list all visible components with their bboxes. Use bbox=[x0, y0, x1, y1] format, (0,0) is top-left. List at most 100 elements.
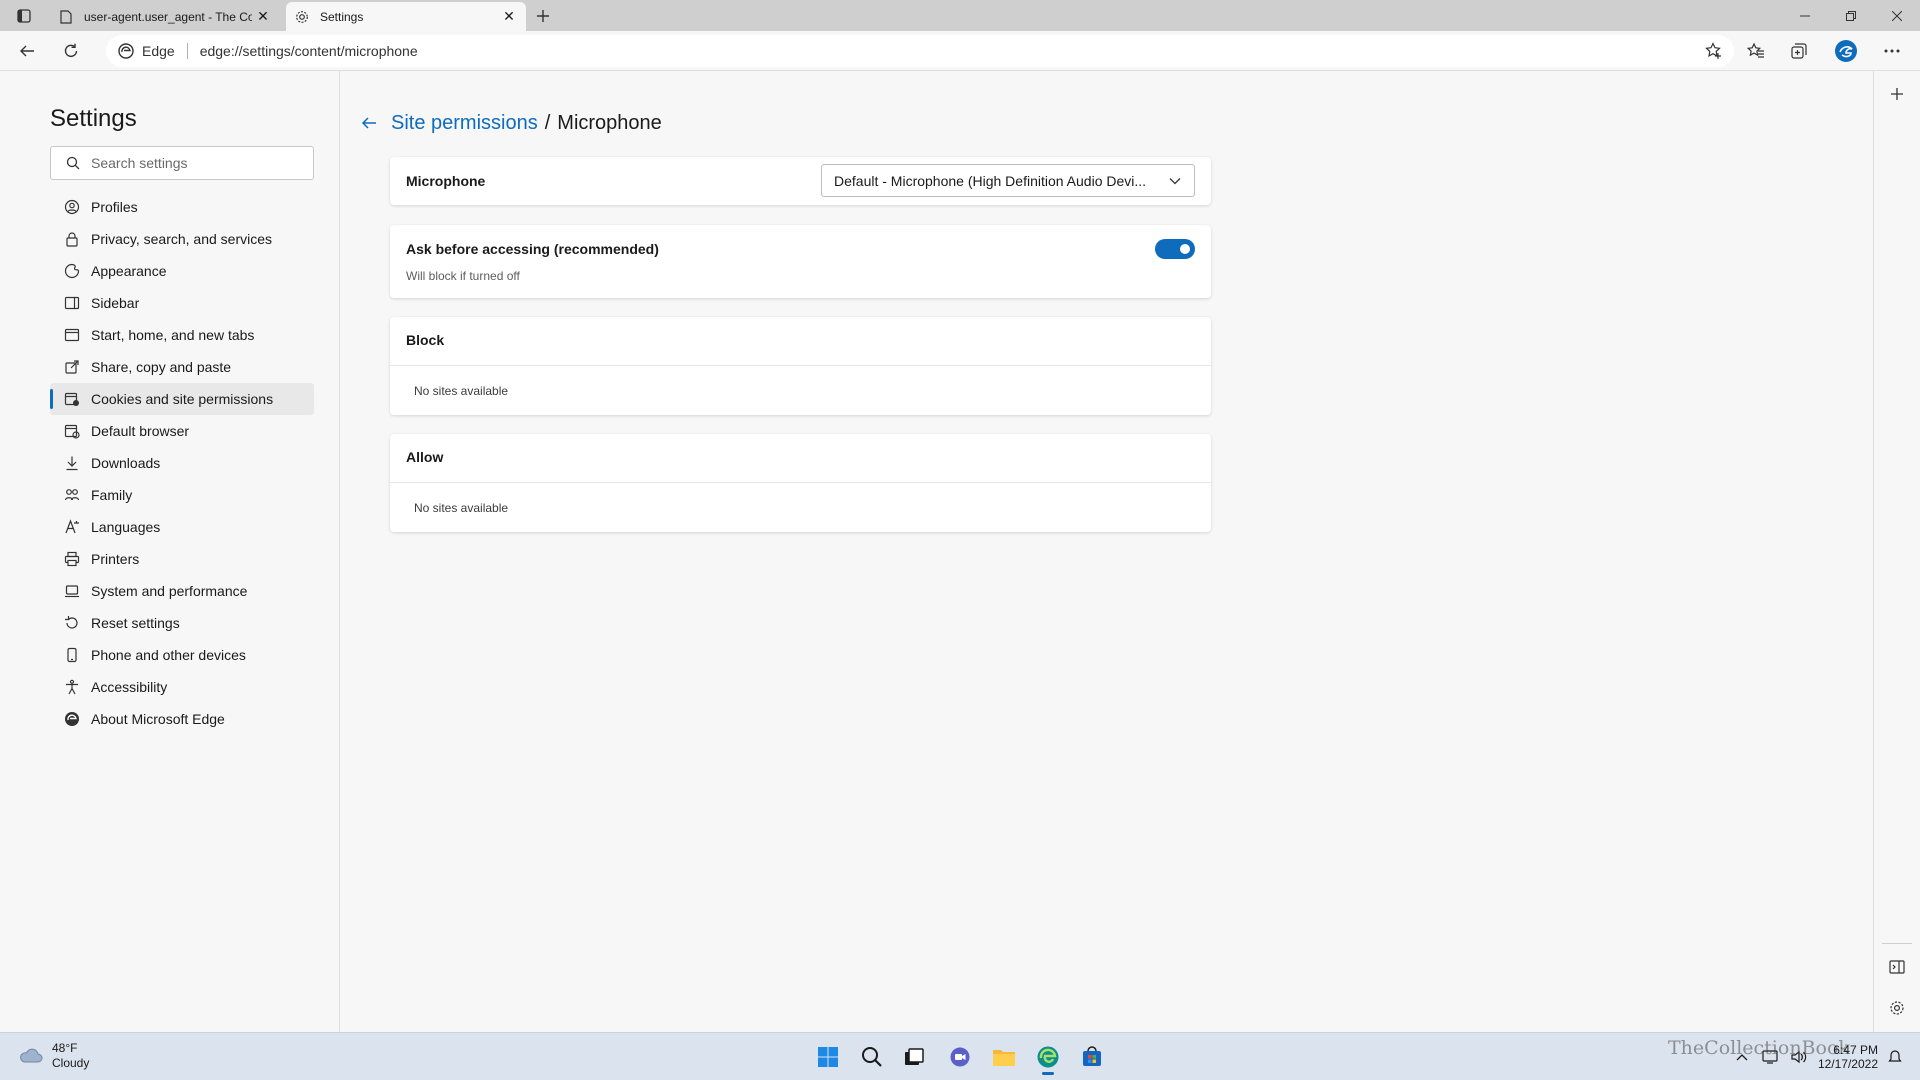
gear-icon bbox=[294, 9, 310, 25]
toolbar: Edge edge://settings/content/microphone bbox=[0, 31, 1920, 71]
new-tab-icon[interactable] bbox=[532, 5, 554, 27]
home-icon bbox=[63, 326, 81, 344]
toggle-knob bbox=[1180, 244, 1190, 254]
lock-icon bbox=[63, 230, 81, 248]
share-icon bbox=[63, 358, 81, 376]
sidebar-item-profiles[interactable]: Profiles bbox=[50, 191, 314, 223]
close-icon[interactable]: ✕ bbox=[252, 6, 274, 28]
breadcrumb-site-permissions-link[interactable]: Site permissions bbox=[391, 112, 538, 135]
sidebar-item-label: Accessibility bbox=[91, 679, 168, 695]
sidebar-item-label: Appearance bbox=[91, 263, 167, 279]
tab-user-agent[interactable]: user-agent.user_agent - The Coll ✕ bbox=[50, 2, 280, 31]
sidebar-item-phone[interactable]: Phone and other devices bbox=[50, 639, 314, 671]
sidebar-item-label: Default browser bbox=[91, 423, 190, 439]
sidebar-item-share[interactable]: Share, copy and paste bbox=[50, 351, 314, 383]
add-favorite-icon[interactable] bbox=[1704, 41, 1724, 61]
tab-actions-icon[interactable] bbox=[10, 5, 38, 27]
file-explorer-icon[interactable] bbox=[988, 1041, 1020, 1073]
weather-temp: 48°F bbox=[52, 1041, 78, 1055]
refresh-icon[interactable] bbox=[56, 36, 86, 66]
sidebar-item-label: About Microsoft Edge bbox=[91, 711, 225, 727]
profile-icon bbox=[63, 198, 81, 216]
start-icon[interactable] bbox=[812, 1041, 844, 1073]
reset-icon bbox=[63, 614, 81, 632]
sidebar-item-family[interactable]: Family bbox=[50, 479, 314, 511]
collections-icon[interactable] bbox=[1784, 36, 1814, 66]
sidebar-item-appearance[interactable]: Appearance bbox=[50, 255, 314, 287]
sidebar-item-system[interactable]: System and performance bbox=[50, 575, 314, 607]
settings-title: Settings bbox=[50, 105, 137, 132]
block-heading: Block bbox=[406, 332, 445, 348]
phone-icon bbox=[63, 646, 81, 664]
sidebar-item-downloads[interactable]: Downloads bbox=[50, 447, 314, 479]
sidebar-item-label: Cookies and site permissions bbox=[91, 391, 274, 407]
minimize-icon[interactable] bbox=[1782, 0, 1828, 31]
add-icon[interactable] bbox=[1884, 81, 1910, 107]
close-window-icon[interactable] bbox=[1874, 0, 1920, 31]
search-box[interactable] bbox=[50, 146, 314, 180]
ask-before-accessing-subtext: Will block if turned off bbox=[406, 269, 520, 283]
tab-settings[interactable]: Settings ✕ bbox=[286, 2, 526, 31]
sidebar-item-reset[interactable]: Reset settings bbox=[50, 607, 314, 639]
sidebar-item-cookies[interactable]: Cookies and site permissions bbox=[50, 383, 314, 415]
ask-before-accessing-toggle[interactable] bbox=[1155, 239, 1195, 259]
sidebar-item-label: Languages bbox=[91, 519, 161, 535]
more-icon[interactable] bbox=[1877, 36, 1907, 66]
divider bbox=[186, 43, 188, 59]
restore-icon[interactable] bbox=[1828, 0, 1874, 31]
sidebar-item-label: Profiles bbox=[91, 199, 138, 215]
printer-icon bbox=[63, 550, 81, 568]
ask-before-accessing-label: Ask before accessing (recommended) bbox=[406, 241, 659, 257]
taskbar: 48°F Cloudy TheCollectionBook 6:47 PM 12… bbox=[0, 1032, 1920, 1080]
page-title: Microphone bbox=[557, 111, 662, 134]
divider bbox=[390, 365, 1211, 366]
divider bbox=[1882, 943, 1912, 944]
task-view-icon[interactable] bbox=[898, 1041, 930, 1073]
sidebar-item-label: Phone and other devices bbox=[91, 647, 246, 663]
accessibility-icon bbox=[63, 678, 81, 696]
sidebar-item-sidebar[interactable]: Sidebar bbox=[50, 287, 314, 319]
back-icon[interactable] bbox=[12, 36, 42, 66]
sidebar-item-label: Share, copy and paste bbox=[91, 359, 232, 375]
cookies-icon bbox=[63, 390, 81, 408]
edge-icon bbox=[63, 710, 81, 728]
edge-taskbar-icon[interactable] bbox=[1032, 1041, 1064, 1075]
allow-card: Allow No sites available bbox=[390, 434, 1211, 532]
close-icon[interactable]: ✕ bbox=[498, 6, 520, 28]
selected-device-text: Default - Microphone (High Definition Au… bbox=[834, 172, 1147, 189]
sidebar-item-start-home[interactable]: Start, home, and new tabs bbox=[50, 319, 314, 351]
weather-widget[interactable]: 48°F Cloudy bbox=[18, 1041, 89, 1071]
family-icon bbox=[63, 486, 81, 504]
sidebar-item-label: Downloads bbox=[91, 455, 161, 471]
url-text[interactable]: edge://settings/content/microphone bbox=[200, 43, 418, 59]
sidebar-item-label: System and performance bbox=[91, 583, 248, 599]
store-icon[interactable] bbox=[1076, 1041, 1108, 1073]
search-input[interactable] bbox=[91, 155, 291, 171]
allow-empty-text: No sites available bbox=[414, 501, 509, 515]
sidebar-item-label: Start, home, and new tabs bbox=[91, 327, 255, 343]
sidebar-item-privacy[interactable]: Privacy, search, and services bbox=[50, 223, 314, 255]
sidebar-item-label: Sidebar bbox=[91, 295, 140, 311]
settings-content: Site permissions / Microphone Microphone… bbox=[341, 71, 1873, 1032]
teams-chat-icon[interactable] bbox=[944, 1041, 976, 1073]
search-icon[interactable] bbox=[856, 1041, 888, 1073]
address-bar[interactable]: Edge edge://settings/content/microphone bbox=[106, 35, 1734, 67]
favorites-icon[interactable] bbox=[1741, 36, 1771, 66]
microphone-device-select[interactable]: Default - Microphone (High Definition Au… bbox=[821, 164, 1195, 197]
sidebar-item-default-browser[interactable]: Default browser bbox=[50, 415, 314, 447]
edge-icon bbox=[118, 43, 134, 59]
back-arrow-icon[interactable] bbox=[357, 111, 381, 135]
clock[interactable]: 6:47 PM 12/17/2022 bbox=[1818, 1043, 1878, 1071]
sidebar-item-label: Family bbox=[91, 487, 133, 503]
sidebar-item-about[interactable]: About Microsoft Edge bbox=[50, 703, 314, 735]
sidebar-item-languages[interactable]: Languages bbox=[50, 511, 314, 543]
breadcrumb-separator: / bbox=[544, 111, 551, 134]
sidebar-settings-icon[interactable] bbox=[1884, 995, 1910, 1021]
sidebar-item-printers[interactable]: Printers bbox=[50, 543, 314, 575]
profile-avatar-icon[interactable] bbox=[1831, 36, 1861, 66]
notifications-icon[interactable] bbox=[1888, 1033, 1902, 1080]
hide-sidebar-icon[interactable] bbox=[1884, 954, 1910, 980]
sidebar-item-accessibility[interactable]: Accessibility bbox=[50, 671, 314, 703]
clock-time: 6:47 PM bbox=[1833, 1043, 1878, 1057]
ask-before-accessing-card: Ask before accessing (recommended) Will … bbox=[390, 225, 1211, 298]
